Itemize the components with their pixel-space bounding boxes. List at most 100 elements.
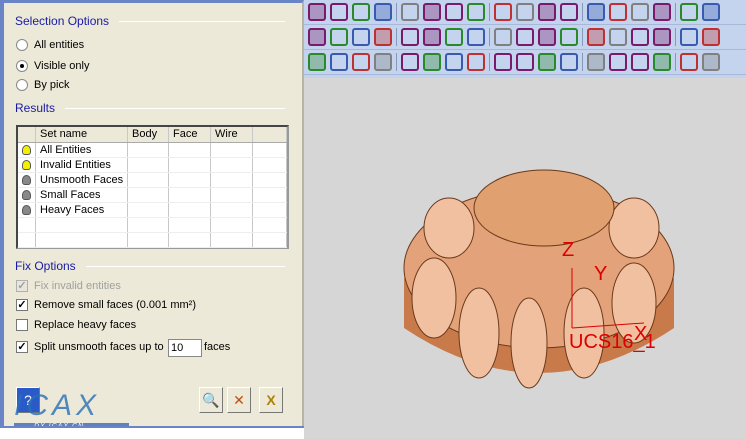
group-title: Fix Options (15, 259, 76, 273)
radio-by-pick[interactable]: By pick (16, 79, 69, 91)
toolbar-tool-icon[interactable] (467, 53, 485, 71)
toolbar-tool-icon[interactable] (653, 53, 671, 71)
toolbar-tool-icon[interactable] (308, 53, 326, 71)
toolbar-tool-icon[interactable] (308, 3, 326, 21)
toolbar-tool-icon[interactable] (516, 3, 534, 21)
split-faces-input[interactable] (168, 339, 202, 357)
checkbox-label: Remove small faces (0.001 mm²) (34, 299, 196, 311)
toolbar-tool-icon[interactable] (330, 3, 348, 21)
bulb-icon (22, 145, 31, 155)
selection-options-group: Selection Options (15, 14, 285, 28)
toolbar-tool-icon[interactable] (538, 3, 556, 21)
toolbar-tool-icon[interactable] (494, 3, 512, 21)
column-header[interactable]: Body (128, 127, 169, 142)
table-row[interactable]: Invalid Entities (18, 158, 287, 173)
toolbar-tool-icon[interactable] (680, 28, 698, 46)
set-name: Unsmooth Faces (36, 173, 128, 187)
toolbar-tool-icon[interactable] (352, 53, 370, 71)
toolbar-tool-icon[interactable] (609, 53, 627, 71)
toolbar-tool-icon[interactable] (538, 28, 556, 46)
toolbar-tool-icon[interactable] (467, 3, 485, 21)
set-name: All Entities (36, 143, 128, 157)
toolbar-tool-icon[interactable] (445, 3, 463, 21)
check-geometry-panel: Selection Options All entities Visible o… (0, 0, 304, 430)
toolbar-tool-icon[interactable] (587, 3, 605, 21)
toolbar-tool-icon[interactable] (401, 28, 419, 46)
checkbox[interactable]: ✓ (16, 341, 28, 353)
table-row[interactable]: Unsmooth Faces (18, 173, 287, 188)
radio[interactable] (16, 39, 28, 51)
fix-options-group: Fix Options (15, 259, 285, 273)
checkbox-label: Split unsmooth faces up to (34, 341, 164, 353)
checkbox: ✓ (16, 280, 28, 292)
toolbar-tool-icon[interactable] (330, 28, 348, 46)
checkbox-remove-small[interactable]: ✓ Remove small faces (0.001 mm²) (16, 299, 196, 311)
toolbar-tool-icon[interactable] (352, 3, 370, 21)
table-row[interactable]: Heavy Faces (18, 203, 287, 218)
toolbar-tool-icon[interactable] (680, 3, 698, 21)
toolbar-tool-icon[interactable] (560, 28, 578, 46)
fix-button[interactable]: ✕ (227, 387, 251, 413)
toolbar-tool-icon[interactable] (374, 53, 392, 71)
toolbar-tool-icon[interactable] (494, 28, 512, 46)
toolbar-tool-icon[interactable] (609, 3, 627, 21)
radio-all-entities[interactable]: All entities (16, 39, 84, 51)
set-name: Heavy Faces (36, 203, 128, 217)
3d-viewport[interactable]: Z Y X UCS16_1 (304, 78, 746, 439)
toolbar-tool-icon[interactable] (401, 3, 419, 21)
toolbar-tool-icon[interactable] (702, 53, 720, 71)
toolbar-tool-icon[interactable] (560, 53, 578, 71)
toolbar-tool-icon[interactable] (631, 28, 649, 46)
toolbar-tool-icon[interactable] (423, 3, 441, 21)
toolbar-tool-icon[interactable] (445, 28, 463, 46)
toolbar-tool-icon[interactable] (587, 28, 605, 46)
checkbox-fix-invalid: ✓ Fix invalid entities (16, 280, 121, 292)
toolbar-tool-icon[interactable] (653, 3, 671, 21)
logo-text: ICAX (14, 389, 101, 422)
toolbar-tool-icon[interactable] (587, 53, 605, 71)
checkbox-label: Replace heavy faces (34, 319, 137, 331)
radio-visible-only[interactable]: Visible only (16, 60, 89, 72)
toolbar-tool-icon[interactable] (538, 53, 556, 71)
toolbar-tool-icon[interactable] (423, 53, 441, 71)
toolbar-tool-icon[interactable] (467, 28, 485, 46)
toolbar-tool-icon[interactable] (680, 53, 698, 71)
toolbar-tool-icon[interactable] (631, 3, 649, 21)
toolbar-tool-icon[interactable] (560, 3, 578, 21)
toolbar-tool-icon[interactable] (374, 28, 392, 46)
toolbar-tool-icon[interactable] (702, 28, 720, 46)
analyze-button[interactable]: 🔍 (199, 387, 223, 413)
group-title: Results (15, 101, 56, 115)
checkbox-split-unsmooth[interactable]: ✓ Split unsmooth faces up to (16, 341, 164, 353)
column-header[interactable]: Set name (36, 127, 128, 142)
results-table: Set name Body Face Wire All Entities Invalid… (16, 125, 289, 249)
faces-label: faces (204, 341, 231, 353)
toolbar-tool-icon[interactable] (702, 3, 720, 21)
bulb-icon (22, 190, 31, 200)
table-row[interactable]: Small Faces (18, 188, 287, 203)
radio[interactable] (16, 60, 28, 72)
toolbar-tool-icon[interactable] (423, 28, 441, 46)
toolbar-tool-icon[interactable] (516, 53, 534, 71)
toolbar-tool-icon[interactable] (653, 28, 671, 46)
toolbar-tool-icon[interactable] (352, 28, 370, 46)
radio[interactable] (16, 79, 28, 91)
results-group: Results (15, 101, 285, 115)
toolbar-tool-icon[interactable] (494, 53, 512, 71)
axis-y-label: Y (594, 263, 607, 285)
toolbar-tool-icon[interactable] (445, 53, 463, 71)
close-button[interactable]: X (259, 387, 283, 413)
toolbar-tool-icon[interactable] (401, 53, 419, 71)
toolbar-tool-icon[interactable] (330, 53, 348, 71)
toolbar-tool-icon[interactable] (631, 53, 649, 71)
toolbar-tool-icon[interactable] (516, 28, 534, 46)
toolbar-tool-icon[interactable] (609, 28, 627, 46)
table-row[interactable]: All Entities (18, 143, 287, 158)
toolbar-tool-icon[interactable] (308, 28, 326, 46)
checkbox[interactable]: ✓ (16, 299, 28, 311)
toolbar-tool-icon[interactable] (374, 3, 392, 21)
column-header[interactable]: Wire (211, 127, 253, 142)
checkbox-replace-heavy[interactable]: Replace heavy faces (16, 319, 136, 331)
column-header[interactable]: Face (169, 127, 211, 142)
checkbox[interactable] (16, 319, 28, 331)
